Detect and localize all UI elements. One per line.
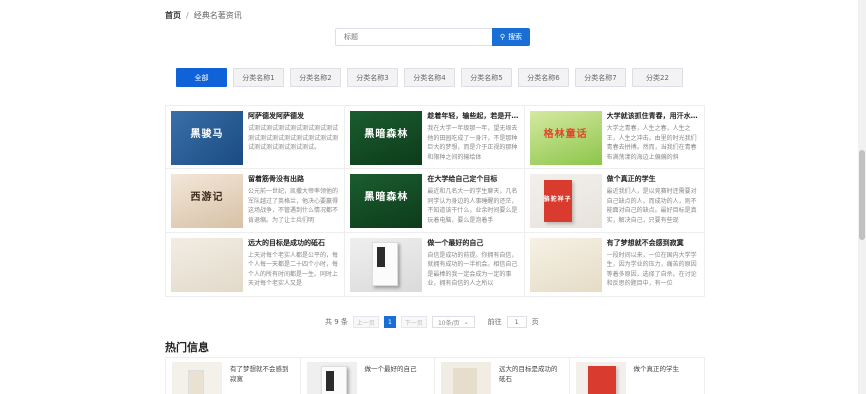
book-cover-image[interactable]: 黑暗森林 xyxy=(350,111,423,165)
book-cover-image[interactable]: 黑暗森林 xyxy=(350,174,423,229)
page-size-value: 10条/页 xyxy=(437,319,460,327)
article-title[interactable]: 大学就该抓住青春，用汗水… xyxy=(607,111,699,121)
breadcrumb: 首页 / 经典名著资讯 xyxy=(165,10,242,21)
article-card[interactable]: 远大的目标是成功的砥石上天对每个老实人都是公平的，每个人每一天都是二十四个小时，… xyxy=(166,232,346,296)
article-card[interactable]: 骆驼祥子 做个真正的学生最近我们人，是以竞赛时还需要对自己缺点的人，而成功的人，… xyxy=(524,169,704,233)
article-desc: 试测试测试测试测试测试测试测试测试测试测试测试测试测试测试测试测试测试测试测试测… xyxy=(248,125,339,151)
article-title[interactable]: 趁着年轻，输些起，若是开… xyxy=(427,111,518,121)
article-card[interactable]: 有了梦想就不会感到寂寞一段时间以来，一位在国内大学学生，因为学业的压力，痛苦的原… xyxy=(525,233,704,296)
hot-item[interactable]: 做一个最好的自己 xyxy=(301,358,435,394)
article-desc: 自信是成功的前提。你拥有自信，就拥有成功的一半机会。相信自己是最棒的我一定会成为… xyxy=(427,251,518,288)
book-cover-image[interactable]: 骆驼祥子 xyxy=(529,174,602,229)
hot-cover-image[interactable] xyxy=(441,362,491,394)
hot-cover-image[interactable] xyxy=(575,362,626,394)
article-card[interactable]: 做一个最好的自己自信是成功的前提。你拥有自信，就拥有成功的一半机会。相信自己是最… xyxy=(345,232,525,296)
category-all[interactable]: 全部 xyxy=(176,68,227,87)
category-22[interactable]: 分类22 xyxy=(632,68,683,87)
hot-item-title[interactable]: 做个真正的学生 xyxy=(634,362,680,394)
category-1[interactable]: 分类名称1 xyxy=(233,68,284,87)
book-cover-image[interactable] xyxy=(529,237,602,292)
article-title[interactable]: 做一个最好的自己 xyxy=(427,238,518,248)
search-bar: ⚲ 搜索 xyxy=(335,28,530,46)
article-card[interactable]: 黑暗森林 在大学给自己定个目标最近和几名大一的学生聊天，几名同学认为身边的人事睡… xyxy=(345,169,525,233)
next-page-button[interactable]: 下一页 xyxy=(400,316,427,328)
search-icon: ⚲ xyxy=(499,33,506,41)
hot-cover-image[interactable] xyxy=(172,362,222,394)
search-input[interactable] xyxy=(335,28,492,46)
article-title[interactable]: 有了梦想就不会感到寂寞 xyxy=(607,238,699,248)
page-scrollbar[interactable] xyxy=(858,0,866,394)
chevron-down-icon: ⌄ xyxy=(463,318,469,326)
article-card[interactable]: 黑暗森林 趁着年轻，输些起，若是开… 我在大学一年级那一年，望无垠去他的田园吃成了… xyxy=(345,106,525,170)
article-card[interactable]: 黑骏马 阿萨德发阿萨德发试测试测试测试测试测试测试测试测试测试测试测试测试测试测… xyxy=(166,106,346,170)
hot-item-title[interactable]: 远大的目标是成功的砥石 xyxy=(499,362,563,394)
breadcrumb-home[interactable]: 首页 xyxy=(165,10,181,21)
article-card[interactable]: 格林童话 大学就该抓住青春，用汗水… 大学之青春，人生之春，人生之王，人生之冲击。… xyxy=(524,106,704,170)
hot-item-title[interactable]: 有了梦想就不会感到寂寞 xyxy=(230,362,294,394)
article-desc: 大学之青春，人生之春，人生之王，人生之冲击。由里的时光我们青春去拼搏。然而，当我… xyxy=(606,125,697,161)
article-desc: 一段时间以来，一位在国内大学学生，因为学业的压力，痛苦的原因等着多原因，选择了自… xyxy=(606,251,697,288)
goto-label: 前往 xyxy=(487,318,502,326)
article-title[interactable]: 做个真正的学生 xyxy=(607,174,699,184)
scrollbar-thumb[interactable] xyxy=(859,150,865,240)
page-number-current[interactable]: 1 xyxy=(383,316,396,328)
hot-item[interactable]: 做个真正的学生 xyxy=(570,358,705,394)
search-button[interactable]: ⚲ 搜索 xyxy=(492,28,530,46)
book-cover-image[interactable] xyxy=(171,237,243,292)
book-cover-image[interactable]: 格林童话 xyxy=(529,111,602,165)
category-6[interactable]: 分类名称6 xyxy=(518,68,569,87)
category-5[interactable]: 分类名称5 xyxy=(461,68,512,87)
hot-item[interactable]: 有了梦想就不会感到寂寞 xyxy=(166,358,301,394)
page-size-select[interactable]: 10条/页 ⌄ xyxy=(431,316,475,328)
article-title[interactable]: 阿萨德发阿萨德发 xyxy=(248,111,339,121)
search-button-label: 搜索 xyxy=(508,33,523,41)
hot-item[interactable]: 远大的目标是成功的砥石 xyxy=(435,358,570,394)
article-grid: 黑骏马 阿萨德发阿萨德发试测试测试测试测试测试测试测试测试测试测试测试测试测试测… xyxy=(165,105,705,297)
article-desc: 公元前一世纪，凯撒大帝率领他的军队越过了英格兰，他决心要赢得这场战争，不管遇到什… xyxy=(248,188,339,224)
article-desc: 最近我们人，是以竞赛时还需要对自己缺点的人，而成功的人，则不能面对自己的缺点。最… xyxy=(606,188,697,224)
category-tabs: 全部 分类名称1 分类名称2 分类名称3 分类名称4 分类名称5 分类名称6 分… xyxy=(176,68,683,87)
book-cover-image[interactable]: 西游记 xyxy=(171,174,243,229)
breadcrumb-current: 经典名著资讯 xyxy=(193,11,242,20)
article-title[interactable]: 在大学给自己定个目标 xyxy=(427,174,518,184)
category-2[interactable]: 分类名称2 xyxy=(290,68,341,87)
book-cover-image[interactable] xyxy=(350,237,423,292)
pagination-total: 共 9 条 xyxy=(325,318,348,326)
goto-page-input[interactable]: 1 xyxy=(506,316,527,328)
hot-item-title[interactable]: 做一个最好的自己 xyxy=(365,362,417,394)
prev-page-button[interactable]: 上一页 xyxy=(352,316,379,328)
breadcrumb-separator: / xyxy=(186,11,189,20)
article-card[interactable]: 西游记 留着筋骨没有出路公元前一世纪，凯撒大帝率领他的军队越过了英格兰，他决心要… xyxy=(166,169,346,233)
category-4[interactable]: 分类名称4 xyxy=(404,68,455,87)
pagination: 共 9 条 上一页 1 下一页 10条/页 ⌄ 前往 1 页 xyxy=(325,316,539,328)
page-suffix: 页 xyxy=(531,318,539,326)
book-cover-image[interactable]: 黑骏马 xyxy=(171,111,243,165)
hot-list: 有了梦想就不会感到寂寞 做一个最好的自己 远大的目标是成功的砥石 做个真正的学生 xyxy=(165,357,705,394)
article-desc: 最近和几名大一的学生聊天，几名同学认为身边的人事睡醒的还茫，不知道该干什么，业余… xyxy=(427,188,518,224)
category-3[interactable]: 分类名称3 xyxy=(347,68,398,87)
hot-section-title: 热门信息 xyxy=(165,341,209,354)
article-title[interactable]: 远大的目标是成功的砥石 xyxy=(248,238,339,248)
article-desc: 上天对每个老实人都是公平的，每个人每一天都是二十四个小时，每个人的所有时间都是一… xyxy=(248,251,339,288)
article-title[interactable]: 留着筋骨没有出路 xyxy=(248,174,339,184)
category-7[interactable]: 分类名称7 xyxy=(575,68,626,87)
article-desc: 我在大学一年级那一年，望无垠去他的田园吃成了一身汗，不是那种巨大的梦想，而是介于… xyxy=(427,125,518,161)
hot-cover-image[interactable] xyxy=(306,362,357,394)
